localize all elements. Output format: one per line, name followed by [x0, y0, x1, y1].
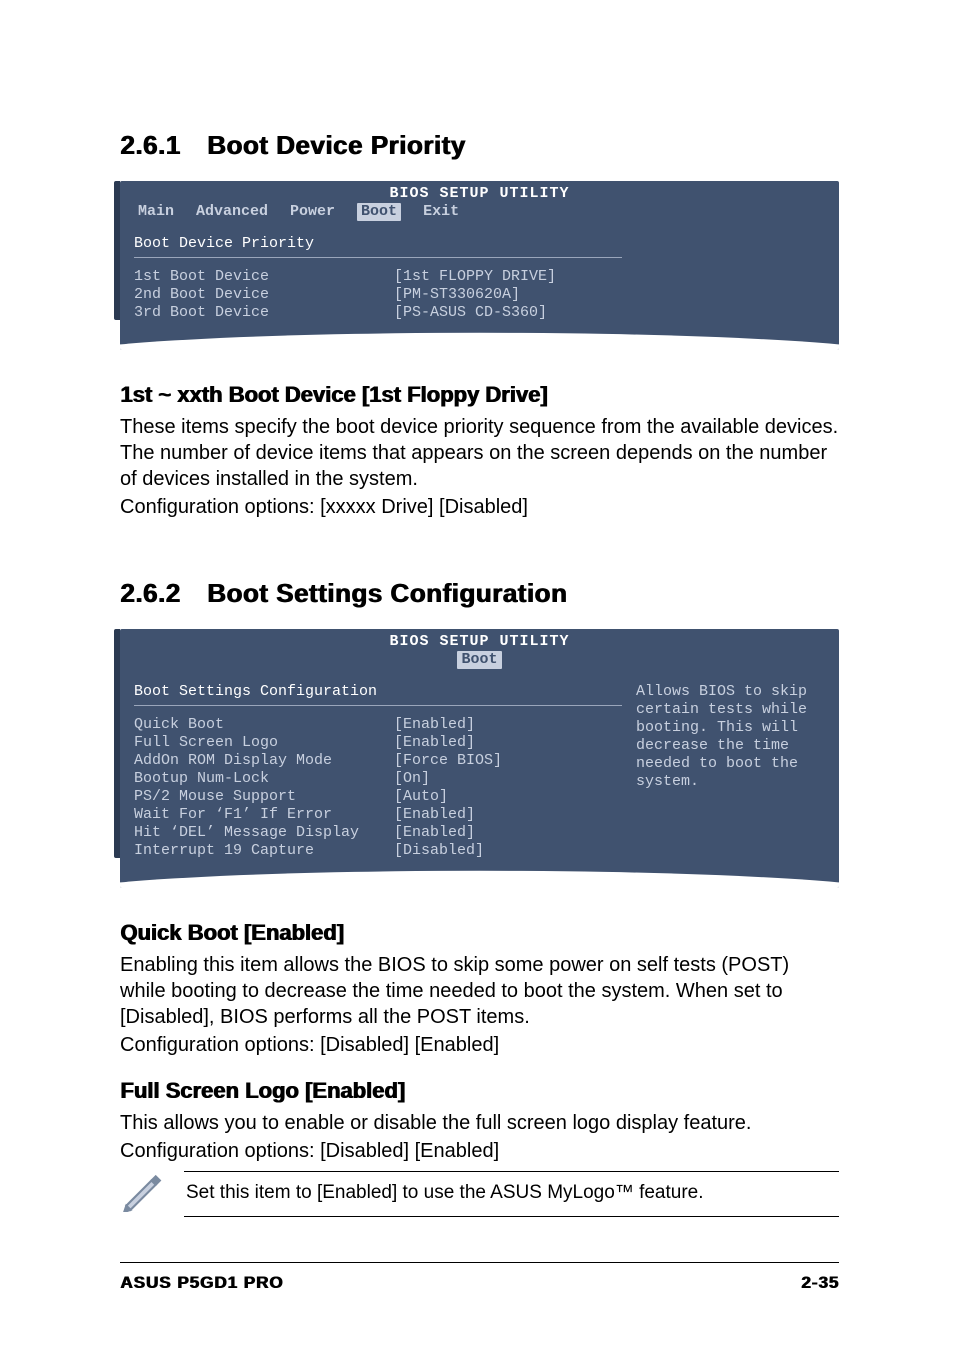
bios-row-value: [Enabled]: [394, 806, 475, 824]
bios-row[interactable]: Bootup Num-Lock [On]: [134, 770, 622, 788]
bios-row-value: [Enabled]: [394, 716, 475, 734]
bios-row[interactable]: Quick Boot [Enabled]: [134, 716, 622, 734]
bios-row[interactable]: Interrupt 19 Capture [Disabled]: [134, 842, 622, 860]
bios-row-value: [On]: [394, 770, 430, 788]
bios-row-value: [Force BIOS]: [394, 752, 502, 770]
bios-row[interactable]: 1st Boot Device [1st FLOPPY DRIVE]: [134, 268, 622, 286]
paragraph: Configuration options: [xxxxx Drive] [Di…: [120, 494, 839, 520]
bios-tabs: Main Advanced Power Boot Exit: [120, 203, 839, 223]
bios-separator: [134, 257, 622, 258]
bios-row-label: Interrupt 19 Capture: [134, 842, 394, 860]
bios-row[interactable]: AddOn ROM Display Mode [Force BIOS]: [134, 752, 622, 770]
bios-title: BIOS SETUP UTILITY: [120, 181, 839, 203]
bios-row-label: Full Screen Logo: [134, 734, 394, 752]
bios-help-pane: [636, 235, 825, 322]
bios-row-label: 2nd Boot Device: [134, 286, 394, 304]
bios-row-label: AddOn ROM Display Mode: [134, 752, 394, 770]
paragraph: Configuration options: [Disabled] [Enabl…: [120, 1138, 839, 1164]
bios-tabs: Boot: [120, 651, 839, 671]
bios-row-value: [Enabled]: [394, 824, 475, 842]
bios-tab-boot[interactable]: Boot: [457, 651, 501, 669]
bios-row[interactable]: PS/2 Mouse Support [Auto]: [134, 788, 622, 806]
bios-row[interactable]: Wait For ‘F1’ If Error [Enabled]: [134, 806, 622, 824]
bios-row-label: PS/2 Mouse Support: [134, 788, 394, 806]
bios-tab-advanced[interactable]: Advanced: [196, 203, 268, 221]
paragraph: Configuration options: [Disabled] [Enabl…: [120, 1032, 839, 1058]
bios-tab-main[interactable]: Main: [138, 203, 174, 221]
bios-row-value: [PS-ASUS CD-S360]: [394, 304, 547, 322]
bios-panel-title: Boot Device Priority: [134, 235, 622, 253]
bios-separator: [134, 705, 622, 706]
note-text: Set this item to [Enabled] to use the AS…: [184, 1171, 839, 1217]
bios-row-value: [1st FLOPPY DRIVE]: [394, 268, 556, 286]
bios-row[interactable]: Hit ‘DEL’ Message Display [Enabled]: [134, 824, 622, 842]
bios-help-pane: Allows BIOS to skip certain tests while …: [636, 683, 825, 860]
bios-row-value: [Disabled]: [394, 842, 484, 860]
note-box: Set this item to [Enabled] to use the AS…: [120, 1170, 839, 1217]
bios-row[interactable]: 3rd Boot Device [PS-ASUS CD-S360]: [134, 304, 622, 322]
bios-title: BIOS SETUP UTILITY: [120, 629, 839, 651]
footer-rule: [120, 1262, 839, 1263]
bios-tab-exit[interactable]: Exit: [423, 203, 459, 221]
bios-row-label: Hit ‘DEL’ Message Display: [134, 824, 394, 842]
bios-row-value: [Enabled]: [394, 734, 475, 752]
heading-quick-boot: Quick Boot [Enabled]: [120, 920, 839, 946]
bios-row-label: Bootup Num-Lock: [134, 770, 394, 788]
bios-panel-boot-priority: BIOS SETUP UTILITY Main Advanced Power B…: [120, 181, 839, 350]
paragraph: These items specify the boot device prio…: [120, 414, 839, 492]
bios-row-label: 3rd Boot Device: [134, 304, 394, 322]
paragraph: This allows you to enable or disable the…: [120, 1110, 839, 1136]
bios-row[interactable]: 2nd Boot Device [PM-ST330620A]: [134, 286, 622, 304]
bios-row-label: Quick Boot: [134, 716, 394, 734]
heading-1st-boot-device: 1st ~ xxth Boot Device [1st Floppy Drive…: [120, 382, 839, 408]
bios-tab-power[interactable]: Power: [290, 203, 335, 221]
pencil-icon: [120, 1170, 162, 1217]
heading-2-6-1: 2.6.1 Boot Device Priority: [120, 130, 839, 161]
bios-row[interactable]: Full Screen Logo [Enabled]: [134, 734, 622, 752]
heading-full-screen-logo: Full Screen Logo [Enabled]: [120, 1078, 839, 1104]
bios-panel-boot-settings: BIOS SETUP UTILITY Boot Boot Settings Co…: [120, 629, 839, 888]
bios-row-value: [Auto]: [394, 788, 448, 806]
paragraph: Enabling this item allows the BIOS to sk…: [120, 952, 839, 1030]
page-footer: ASUS P5GD1 PRO 2-35: [120, 1273, 839, 1293]
footer-left: ASUS P5GD1 PRO: [120, 1273, 283, 1293]
footer-right: 2-35: [801, 1273, 839, 1293]
bios-row-label: 1st Boot Device: [134, 268, 394, 286]
heading-2-6-2: 2.6.2 Boot Settings Configuration: [120, 578, 839, 609]
bios-panel-title: Boot Settings Configuration: [134, 683, 622, 701]
bios-row-label: Wait For ‘F1’ If Error: [134, 806, 394, 824]
bios-row-value: [PM-ST330620A]: [394, 286, 520, 304]
bios-tab-boot[interactable]: Boot: [357, 203, 401, 221]
